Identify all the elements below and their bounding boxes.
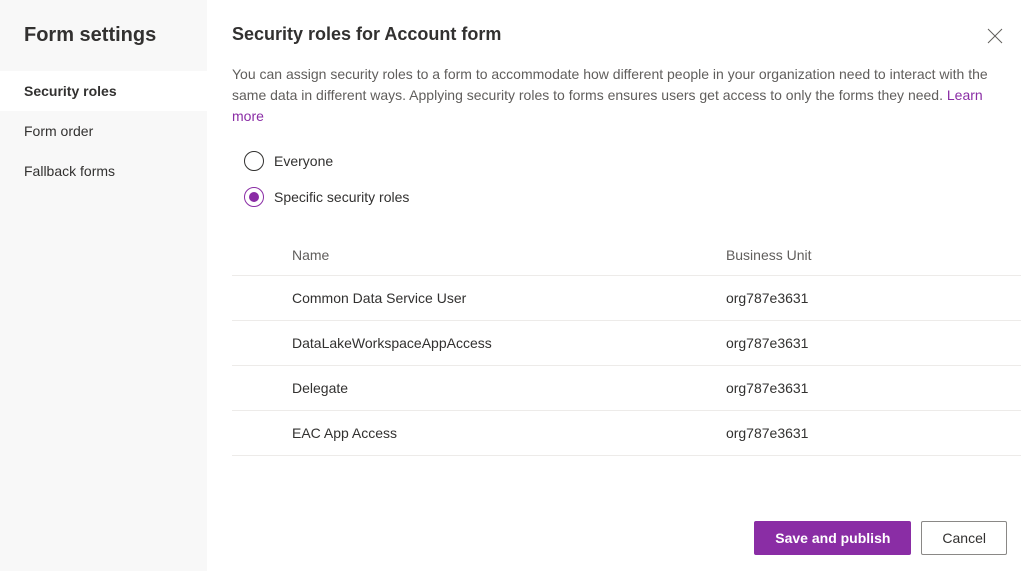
table-row[interactable]: Delegate org787e3631 xyxy=(232,366,1021,411)
close-icon xyxy=(987,28,1003,44)
save-publish-button[interactable]: Save and publish xyxy=(754,521,911,555)
sidebar-title: Form settings xyxy=(0,0,207,71)
col-header-name[interactable]: Name xyxy=(232,235,666,276)
nav-item-label: Security roles xyxy=(24,83,117,99)
roles-table: Name Business Unit Common Data Service U… xyxy=(232,235,1021,456)
page-title: Security roles for Account form xyxy=(232,24,501,45)
sidebar: Form settings Security roles Form order … xyxy=(0,0,208,571)
col-header-business-unit[interactable]: Business Unit xyxy=(666,235,1021,276)
nav-item-label: Form order xyxy=(24,123,93,139)
table-row[interactable]: DataLakeWorkspaceAppAccess org787e3631 xyxy=(232,321,1021,366)
table-row[interactable]: EAC App Access org787e3631 xyxy=(232,411,1021,456)
cell-name: EAC App Access xyxy=(232,411,666,456)
footer: Save and publish Cancel xyxy=(208,505,1031,571)
cell-business-unit: org787e3631 xyxy=(666,321,1021,366)
radio-circle-icon xyxy=(244,151,264,171)
main-panel: Security roles for Account form You can … xyxy=(208,0,1031,571)
cell-business-unit: org787e3631 xyxy=(666,366,1021,411)
close-button[interactable] xyxy=(983,24,1007,48)
cell-business-unit: org787e3631 xyxy=(666,276,1021,321)
nav-item-fallback-forms[interactable]: Fallback forms xyxy=(0,151,207,191)
radio-label: Specific security roles xyxy=(274,189,409,205)
roles-table-scroll[interactable]: Name Business Unit Common Data Service U… xyxy=(232,235,1021,485)
radio-group: Everyone Specific security roles xyxy=(208,127,1031,223)
cell-name: Common Data Service User xyxy=(232,276,666,321)
nav-item-label: Fallback forms xyxy=(24,163,115,179)
nav-item-form-order[interactable]: Form order xyxy=(0,111,207,151)
nav-item-security-roles[interactable]: Security roles xyxy=(0,71,207,111)
cell-business-unit: org787e3631 xyxy=(666,411,1021,456)
header: Security roles for Account form xyxy=(208,0,1031,48)
cell-name: Delegate xyxy=(232,366,666,411)
description: You can assign security roles to a form … xyxy=(208,48,1031,127)
radio-everyone[interactable]: Everyone xyxy=(244,151,1007,171)
radio-specific[interactable]: Specific security roles xyxy=(244,187,1007,207)
description-text: You can assign security roles to a form … xyxy=(232,66,988,103)
radio-circle-icon xyxy=(244,187,264,207)
table-row[interactable]: Common Data Service User org787e3631 xyxy=(232,276,1021,321)
cancel-button[interactable]: Cancel xyxy=(921,521,1007,555)
roles-table-container: Name Business Unit Common Data Service U… xyxy=(232,235,1021,485)
radio-label: Everyone xyxy=(274,153,333,169)
cell-name: DataLakeWorkspaceAppAccess xyxy=(232,321,666,366)
